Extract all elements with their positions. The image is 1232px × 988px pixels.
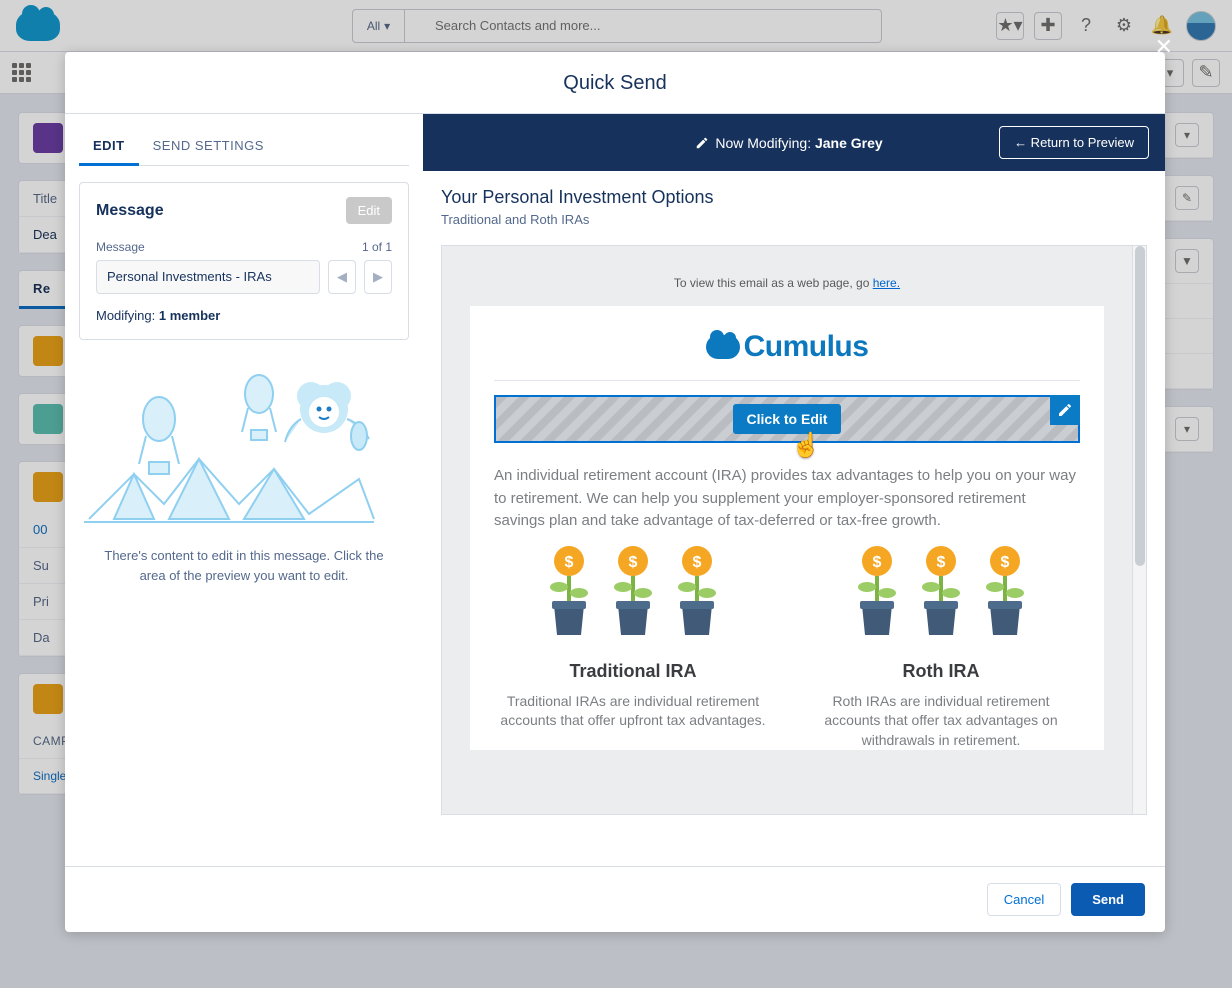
left-pane: EDIT SEND SETTINGS Message Edit Message … bbox=[65, 114, 423, 866]
message-heading: Message bbox=[96, 202, 164, 220]
message-card: Message Edit Message 1 of 1 Personal Inv… bbox=[79, 182, 409, 340]
traditional-ira-desc: Traditional IRAs are individual retireme… bbox=[494, 692, 772, 731]
message-count: 1 of 1 bbox=[362, 240, 392, 254]
tab-bar: EDIT SEND SETTINGS bbox=[79, 128, 409, 166]
money-plant-icon: $ bbox=[606, 545, 660, 641]
roth-ira-column: $ $ $ Roth IRA Roth IRAs are individual … bbox=[802, 545, 1080, 751]
svg-text:$: $ bbox=[1001, 554, 1010, 571]
return-to-preview-button[interactable]: ← Return to Preview bbox=[999, 126, 1149, 159]
tab-send-settings[interactable]: SEND SETTINGS bbox=[139, 128, 278, 165]
email-body: Cumulus Click to Edit ☝️ An individual r… bbox=[470, 306, 1104, 750]
money-plant-icon: $ bbox=[850, 545, 904, 641]
email-paragraph: An individual retirement account (IRA) p… bbox=[494, 465, 1080, 533]
modifying-text: Modifying: 1 member bbox=[96, 308, 392, 323]
modal-title: Quick Send bbox=[65, 52, 1165, 114]
cloud-icon bbox=[706, 335, 740, 359]
illustration: There's content to edit in this message.… bbox=[79, 364, 409, 585]
tab-edit[interactable]: EDIT bbox=[79, 128, 139, 166]
astro-mountain-illustration-icon bbox=[79, 364, 379, 534]
next-message-button[interactable]: ▶ bbox=[364, 260, 392, 294]
svg-text:$: $ bbox=[565, 554, 574, 571]
traditional-ira-title: Traditional IRA bbox=[494, 661, 772, 682]
cancel-button[interactable]: Cancel bbox=[987, 883, 1061, 916]
money-plant-icon: $ bbox=[542, 545, 596, 641]
now-modifying-label: Now Modifying: Jane Grey bbox=[579, 135, 999, 151]
preview-header: Your Personal Investment Options Traditi… bbox=[423, 171, 1165, 235]
preview-subtitle: Traditional and Roth IRAs bbox=[441, 212, 1147, 227]
prev-message-button[interactable]: ◀ bbox=[328, 260, 356, 294]
quick-send-modal: ✕ Quick Send EDIT SEND SETTINGS Message … bbox=[65, 52, 1165, 932]
svg-text:$: $ bbox=[693, 554, 702, 571]
money-plant-icon: $ bbox=[670, 545, 724, 641]
message-label: Message bbox=[96, 240, 145, 254]
pencil-icon bbox=[695, 136, 709, 150]
edit-message-button[interactable]: Edit bbox=[346, 197, 392, 224]
traditional-ira-column: $ $ $ Traditional IRA Traditional IRAs a… bbox=[494, 545, 772, 751]
send-button[interactable]: Send bbox=[1071, 883, 1145, 916]
hint-text: There's content to edit in this message.… bbox=[104, 546, 384, 585]
money-plant-icon: $ bbox=[914, 545, 968, 641]
close-button[interactable]: ✕ bbox=[1155, 34, 1173, 60]
edit-region-pencil-icon[interactable] bbox=[1050, 395, 1080, 425]
scrollbar[interactable] bbox=[1132, 246, 1146, 814]
email-preview-frame: To view this email as a web page, go her… bbox=[441, 245, 1147, 815]
preview-title: Your Personal Investment Options bbox=[441, 187, 1147, 208]
svg-text:$: $ bbox=[937, 554, 946, 571]
modal-footer: Cancel Send bbox=[65, 866, 1165, 932]
brand-logo: Cumulus bbox=[706, 330, 869, 364]
pencil-icon bbox=[1057, 402, 1073, 418]
click-to-edit-button[interactable]: Click to Edit bbox=[733, 404, 842, 434]
roth-ira-title: Roth IRA bbox=[802, 661, 1080, 682]
hand-cursor-icon: ☝️ bbox=[791, 431, 821, 460]
svg-text:$: $ bbox=[873, 554, 882, 571]
money-plant-icon: $ bbox=[978, 545, 1032, 641]
preview-pane: Now Modifying: Jane Grey ← Return to Pre… bbox=[423, 114, 1165, 866]
editable-content-region[interactable]: Click to Edit ☝️ bbox=[494, 395, 1080, 443]
roth-ira-desc: Roth IRAs are individual retirement acco… bbox=[802, 692, 1080, 751]
edit-bar: Now Modifying: Jane Grey ← Return to Pre… bbox=[423, 114, 1165, 171]
view-here-link[interactable]: here. bbox=[873, 276, 900, 290]
message-select[interactable]: Personal Investments - IRAs bbox=[96, 260, 320, 294]
svg-text:$: $ bbox=[629, 554, 638, 571]
view-as-webpage-text: To view this email as a web page, go her… bbox=[470, 266, 1104, 306]
